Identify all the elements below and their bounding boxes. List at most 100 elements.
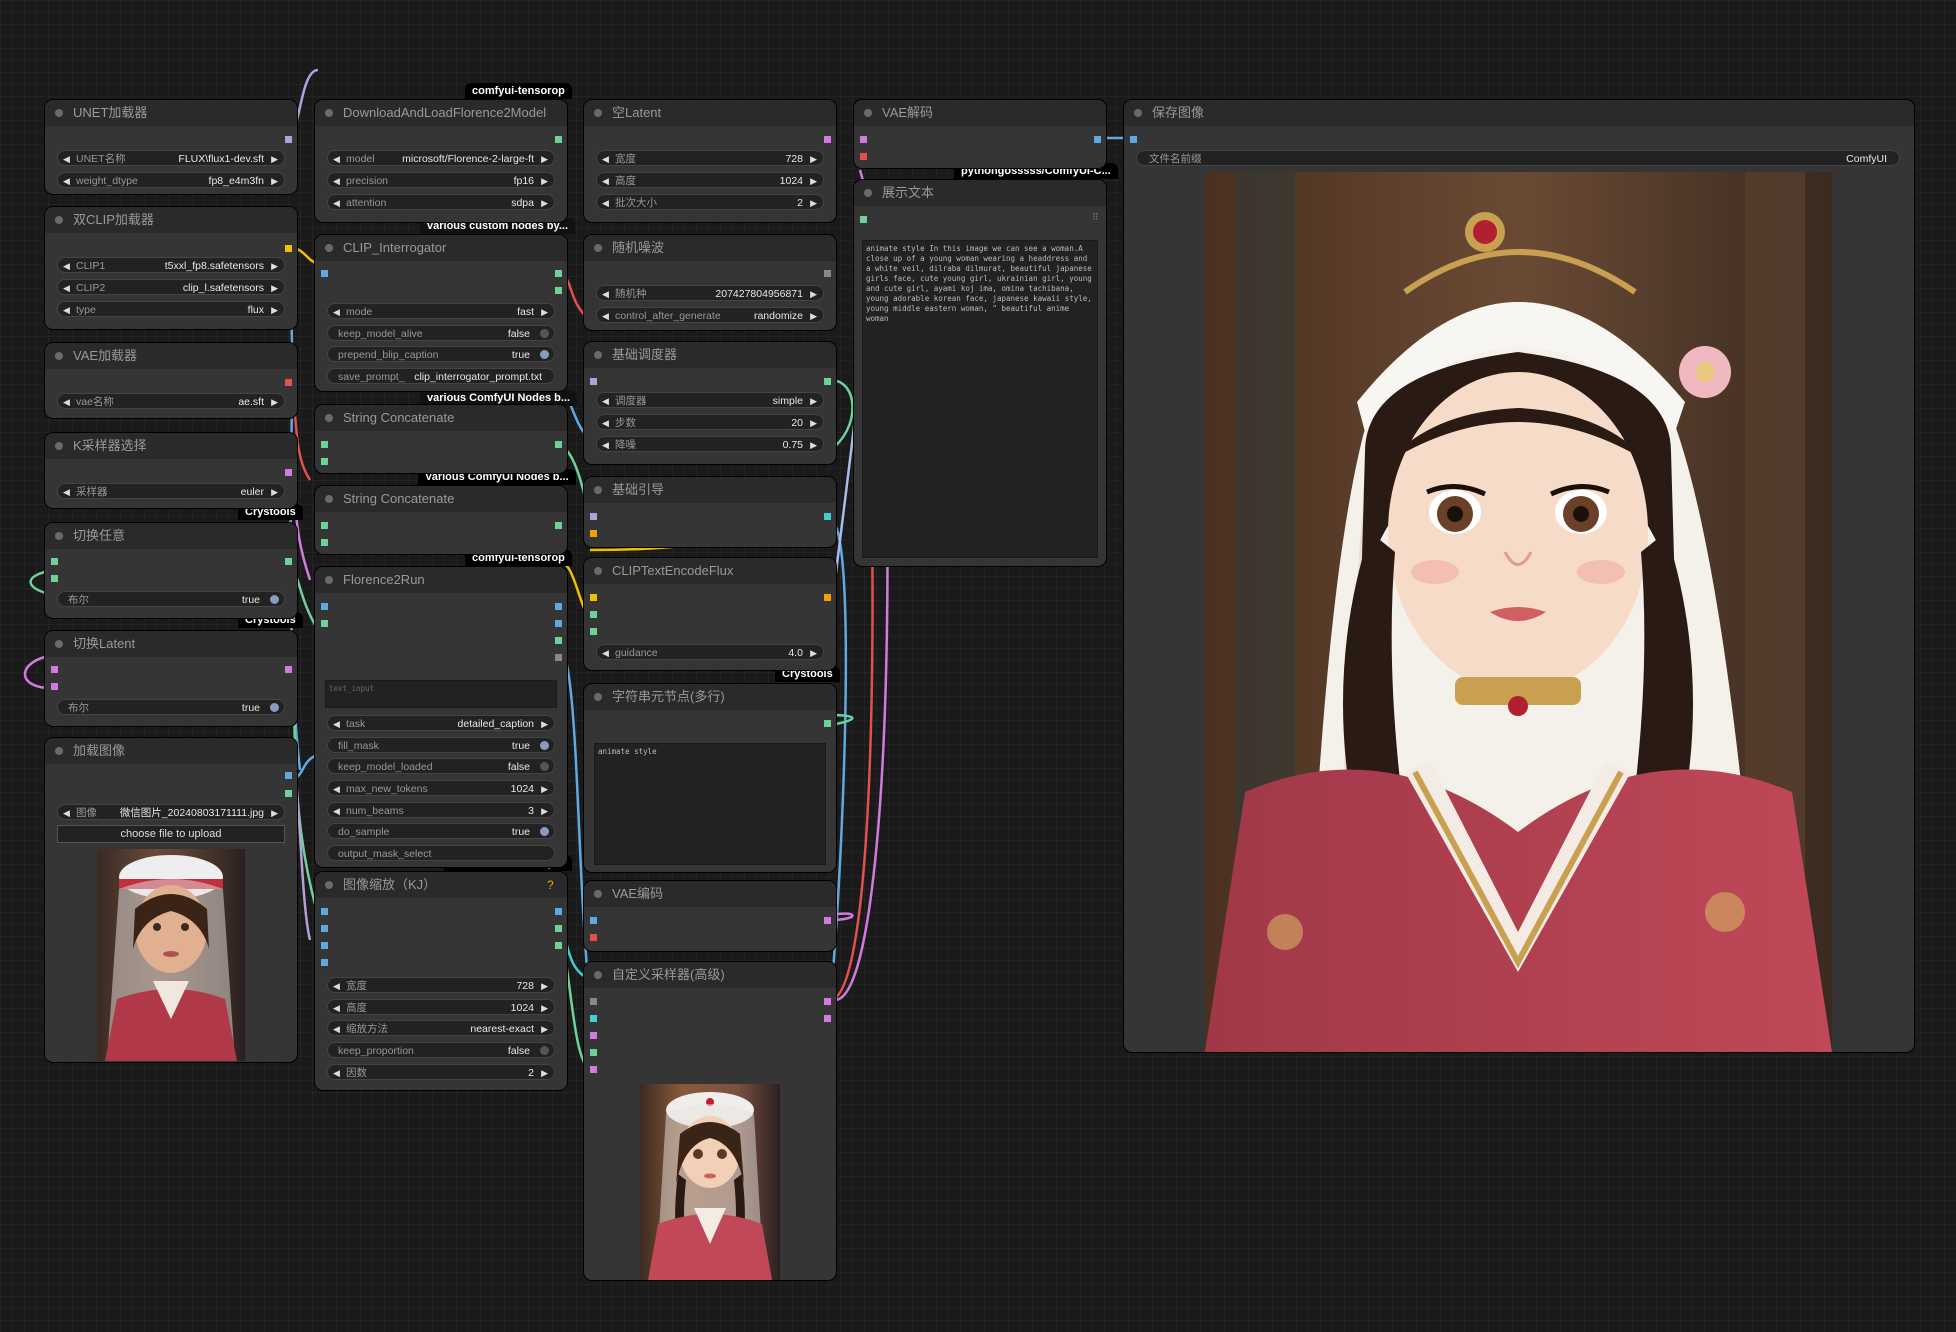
input-slot[interactable] <box>321 458 328 465</box>
input-slot[interactable] <box>51 575 58 582</box>
mode-combo[interactable]: ◀ mode fast ▶ <box>327 303 555 319</box>
node-sampler-custom-advanced[interactable]: 自定义采样器(高级) <box>584 962 836 1280</box>
sampler-combo[interactable]: ◀ 采样器 euler ▶ <box>57 483 285 499</box>
node-title[interactable]: Florence2Run <box>315 567 567 593</box>
output-slot[interactable] <box>285 136 292 143</box>
node-load-image[interactable]: 加载图像 ◀ 图像 微信图片_20240803171111.jpg ▶ choose … <box>45 738 297 1062</box>
max-new-tokens-number[interactable]: ◀ max_new_tokens 1024 ▶ <box>327 780 555 796</box>
input-slot[interactable] <box>321 959 328 966</box>
output-slot[interactable] <box>555 522 562 529</box>
clip1-combo[interactable]: ◀ CLIP1 t5xxl_fp8.safetensors ▶ <box>57 257 285 273</box>
height-number[interactable]: ◀ 高度 1024 ▶ <box>327 999 555 1015</box>
node-title[interactable]: DownloadAndLoadFlorence2Model <box>315 100 567 126</box>
upload-button[interactable]: choose file to upload <box>57 825 285 843</box>
output-slot[interactable] <box>285 666 292 673</box>
input-slot[interactable] <box>590 998 597 1005</box>
output-slot[interactable] <box>824 998 831 1005</box>
node-switch-any[interactable]: 切换任意 布尔 true <box>45 523 297 618</box>
output-slot[interactable] <box>824 720 831 727</box>
weight-dtype-combo[interactable]: ◀ weight_dtype fp8_e4m3fn ▶ <box>57 172 285 188</box>
height-number[interactable]: ◀ 高度 1024 ▶ <box>596 172 824 188</box>
node-image-resize-kj[interactable]: 图像缩放（KJ） ? ◀ 宽度 728 ▶ ◀ 高度 1024 ▶ ◀ 缩放方法 nearest… <box>315 872 567 1090</box>
node-title[interactable]: UNET加载器 <box>45 100 297 126</box>
scheduler-combo[interactable]: ◀ 调度器 simple ▶ <box>596 392 824 408</box>
node-title[interactable]: 基础引导 <box>584 477 836 503</box>
node-unet-loader[interactable]: UNET加载器 ◀ UNET名称 FLUX\flux1-dev.sft ▶ ◀ weig… <box>45 100 297 194</box>
node-title[interactable]: String Concatenate <box>315 486 567 512</box>
node-title[interactable]: 切换任意 <box>45 523 297 549</box>
node-title[interactable]: 空Latent <box>584 100 836 126</box>
node-title[interactable]: 自定义采样器(高级) <box>584 962 836 988</box>
output-slot[interactable] <box>285 469 292 476</box>
input-slot[interactable] <box>321 908 328 915</box>
denoise-number[interactable]: ◀ 降噪 0.75 ▶ <box>596 436 824 452</box>
output-text-area[interactable]: animate style In this image we can see a… <box>862 240 1098 558</box>
node-title[interactable]: VAE解码 <box>854 100 1106 126</box>
output-slot[interactable] <box>555 287 562 294</box>
input-slot[interactable] <box>321 925 328 932</box>
input-slot[interactable] <box>590 594 597 601</box>
input-slot[interactable] <box>321 441 328 448</box>
input-slot[interactable] <box>321 942 328 949</box>
image-file-combo[interactable]: ◀ 图像 微信图片_20240803171111.jpg ▶ <box>57 804 285 820</box>
output-slot[interactable] <box>555 441 562 448</box>
input-slot[interactable] <box>590 513 597 520</box>
node-title[interactable]: VAE编码 <box>584 881 836 907</box>
node-title[interactable]: 随机噪波 <box>584 235 836 261</box>
input-slot[interactable] <box>1130 136 1137 143</box>
node-basic-guider[interactable]: 基础引导 <box>584 477 836 547</box>
width-number[interactable]: ◀ 宽度 728 ▶ <box>596 150 824 166</box>
attention-combo[interactable]: ◀ attention sdpa ▶ <box>327 194 555 210</box>
node-title[interactable]: K采样器选择 <box>45 433 297 459</box>
node-title[interactable]: 保存图像 <box>1124 100 1914 126</box>
input-slot[interactable] <box>590 1049 597 1056</box>
input-slot[interactable] <box>51 558 58 565</box>
keep-proportion-toggle[interactable]: keep_proportion false <box>327 1042 555 1058</box>
clip2-combo[interactable]: ◀ CLIP2 clip_l.safetensors ▶ <box>57 279 285 295</box>
input-slot[interactable] <box>321 522 328 529</box>
node-basic-scheduler[interactable]: 基础调度器 ◀ 调度器 simple ▶ ◀ 步数 20 ▶ ◀ 降噪 0.75 ▶ <box>584 342 836 464</box>
node-title[interactable]: String Concatenate <box>315 405 567 431</box>
node-title[interactable]: 切换Latent <box>45 631 297 657</box>
output-slot[interactable] <box>824 378 831 385</box>
node-title[interactable]: 字符串元节点(多行) <box>584 684 836 710</box>
input-slot[interactable] <box>321 603 328 610</box>
num-beams-number[interactable]: ◀ num_beams 3 ▶ <box>327 802 555 818</box>
input-slot[interactable] <box>51 666 58 673</box>
output-slot[interactable] <box>285 379 292 386</box>
input-slot[interactable] <box>590 934 597 941</box>
multiline-text-area[interactable]: animate style <box>594 743 826 865</box>
output-slot[interactable] <box>555 654 562 661</box>
node-vae-decode[interactable]: VAE解码 <box>854 100 1106 168</box>
input-slot[interactable] <box>590 1032 597 1039</box>
node-title[interactable]: CLIP_Interrogator <box>315 235 567 261</box>
control-after-generate-combo[interactable]: ◀ control_after_generate randomize ▶ <box>596 307 824 323</box>
guidance-number[interactable]: ◀ guidance 4.0 ▶ <box>596 644 824 660</box>
node-title[interactable]: 图像缩放（KJ） <box>315 872 567 898</box>
task-combo[interactable]: ◀ task detailed_caption ▶ <box>327 715 555 731</box>
input-slot[interactable] <box>860 153 867 160</box>
input-slot[interactable] <box>321 620 328 627</box>
input-slot[interactable] <box>321 270 328 277</box>
input-slot[interactable] <box>590 530 597 537</box>
input-slot[interactable] <box>321 539 328 546</box>
input-slot[interactable] <box>590 917 597 924</box>
vae-name-combo[interactable]: ◀ vae名称 ae.sft ▶ <box>57 393 285 409</box>
output-slot[interactable] <box>824 917 831 924</box>
input-slot[interactable] <box>590 378 597 385</box>
keep-model-loaded-toggle[interactable]: keep_model_loaded false <box>327 758 555 774</box>
node-title[interactable]: 基础调度器 <box>584 342 836 368</box>
output-slot[interactable] <box>824 270 831 277</box>
output-slot[interactable] <box>555 942 562 949</box>
node-title[interactable]: 展示文本 <box>854 180 1106 206</box>
node-random-noise[interactable]: 随机噪波 ◀ 随机种 207427804956871 ▶ ◀ control_after… <box>584 235 836 330</box>
output-slot[interactable] <box>555 136 562 143</box>
node-empty-latent[interactable]: 空Latent ◀ 宽度 728 ▶ ◀ 高度 1024 ▶ ◀ 批次大小 2 ▶ <box>584 100 836 222</box>
node-string-concatenate[interactable]: String Concatenate <box>315 405 567 473</box>
node-title[interactable]: 双CLIP加载器 <box>45 207 297 233</box>
noise-seed-number[interactable]: ◀ 随机种 207427804956871 ▶ <box>596 285 824 301</box>
node-show-text[interactable]: 展示文本 ⠿ animate style In this image we ca… <box>854 180 1106 566</box>
input-slot[interactable] <box>590 628 597 635</box>
upscale-method-combo[interactable]: ◀ 缩放方法 nearest-exact ▶ <box>327 1020 555 1036</box>
node-clip-interrogator[interactable]: CLIP_Interrogator ◀ mode fast ▶ keep_model_… <box>315 235 567 391</box>
